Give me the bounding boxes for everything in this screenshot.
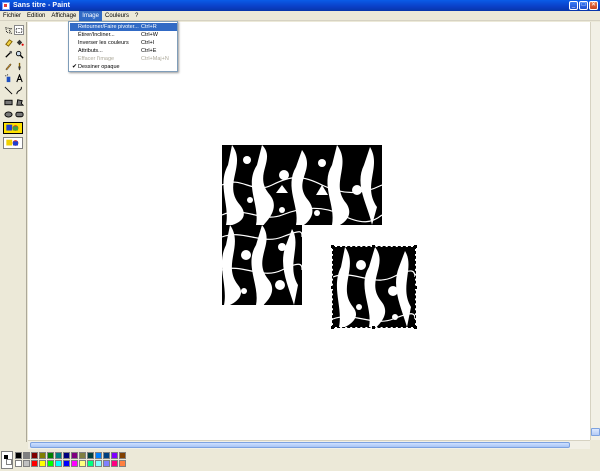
horizontal-scroll-thumb[interactable]: [30, 442, 570, 448]
menu-item-attributes[interactable]: Attributs... Ctrl+E: [70, 47, 177, 55]
color-swatch[interactable]: [23, 460, 30, 467]
menu-item-stretch[interactable]: Étirer/Incliner... Ctrl+W: [70, 31, 177, 39]
menu-bar: Fichier Edition Affichage Image Couleurs…: [0, 10, 600, 21]
window-controls: _ □ ✕: [569, 1, 598, 10]
color-swatch[interactable]: [103, 460, 110, 467]
color-swatch[interactable]: [39, 452, 46, 459]
vertical-scrollbar[interactable]: [590, 22, 600, 440]
resize-handle[interactable]: [372, 245, 375, 248]
paint-app-icon: [2, 1, 10, 10]
color-palette: [0, 450, 600, 471]
ellipse-icon[interactable]: [3, 109, 13, 119]
airbrush-icon[interactable]: [3, 73, 13, 83]
eraser-icon[interactable]: [3, 37, 13, 47]
rectangle-icon[interactable]: [3, 97, 13, 107]
resize-handle[interactable]: [331, 326, 334, 329]
color-swatch[interactable]: [31, 460, 38, 467]
color-swatch[interactable]: [55, 460, 62, 467]
menu-couleurs[interactable]: Couleurs: [102, 11, 132, 21]
pasted-image-left: [222, 225, 302, 305]
color-swatch[interactable]: [15, 452, 22, 459]
color-swatch[interactable]: [63, 460, 70, 467]
color-swatch[interactable]: [39, 460, 46, 467]
color-swatch[interactable]: [95, 460, 102, 467]
resize-handle[interactable]: [331, 245, 334, 248]
fill-icon[interactable]: [14, 37, 24, 47]
maximize-button[interactable]: □: [579, 1, 588, 10]
image-menu-dropdown: Retourner/Faire pivoter... Ctrl+R Étirer/…: [68, 21, 178, 72]
picker-icon[interactable]: [3, 49, 13, 59]
close-button[interactable]: ✕: [589, 1, 598, 10]
color-swatch[interactable]: [95, 452, 102, 459]
color-swatch[interactable]: [87, 460, 94, 467]
menu-edition[interactable]: Edition: [24, 11, 48, 21]
color-swatch[interactable]: [79, 460, 86, 467]
color-swatch[interactable]: [55, 452, 62, 459]
color-swatch[interactable]: [31, 452, 38, 459]
color-swatch[interactable]: [15, 460, 22, 467]
menu-fichier[interactable]: Fichier: [0, 11, 24, 21]
color-swatch[interactable]: [47, 460, 54, 467]
resize-handle[interactable]: [414, 326, 417, 329]
scroll-down-button[interactable]: [591, 428, 600, 436]
title-bar: Sans titre - Paint _ □ ✕: [0, 0, 600, 11]
transparent-option-clear-icon[interactable]: [3, 137, 23, 149]
color-swatch[interactable]: [71, 452, 78, 459]
rounded-rect-icon[interactable]: [14, 109, 24, 119]
color-swatch[interactable]: [103, 452, 110, 459]
transparent-option-opaque-icon[interactable]: [3, 122, 23, 134]
drawing-canvas[interactable]: [28, 22, 590, 440]
color-swatch[interactable]: [23, 452, 30, 459]
color-swatch[interactable]: [79, 452, 86, 459]
color-swatch[interactable]: [47, 452, 54, 459]
color-swatch[interactable]: [63, 452, 70, 459]
pencil-icon[interactable]: [3, 61, 13, 71]
color-swatch[interactable]: [111, 452, 118, 459]
window-title: Sans titre - Paint: [13, 2, 71, 9]
color-swatch[interactable]: [119, 452, 126, 459]
curve-icon[interactable]: [14, 85, 24, 95]
menu-affichage[interactable]: Affichage: [48, 11, 79, 21]
toolbox: [0, 22, 27, 442]
current-colors[interactable]: [1, 451, 13, 469]
color-swatch[interactable]: [87, 452, 94, 459]
menu-item-clear-image: Effacer l'image Ctrl+Maj+N: [78, 56, 169, 62]
horizontal-scrollbar[interactable]: [28, 440, 590, 449]
pasted-image-top: [222, 145, 382, 225]
background-color: [6, 459, 12, 465]
menu-item-rotate[interactable]: Retourner/Faire pivoter... Ctrl+R: [70, 23, 177, 31]
resize-handle[interactable]: [414, 245, 417, 248]
minimize-button[interactable]: _: [569, 1, 578, 10]
polygon-icon[interactable]: [14, 97, 24, 107]
free-select-icon[interactable]: [3, 25, 13, 35]
color-swatch[interactable]: [111, 460, 118, 467]
menu-image[interactable]: Image: [79, 10, 102, 21]
resize-handle[interactable]: [331, 286, 334, 289]
line-icon[interactable]: [3, 85, 13, 95]
resize-handle[interactable]: [414, 286, 417, 289]
menu-item-invert-colors[interactable]: Inverser les couleurs Ctrl+I: [70, 39, 177, 47]
text-icon[interactable]: [14, 73, 24, 83]
resize-handle[interactable]: [372, 326, 375, 329]
color-swatch[interactable]: [71, 460, 78, 467]
rect-select-icon[interactable]: [14, 25, 24, 35]
brush-icon[interactable]: [14, 61, 24, 71]
menu-item-draw-opaque[interactable]: ✔ Dessiner opaque: [70, 63, 177, 71]
magnifier-icon[interactable]: [14, 49, 24, 59]
color-swatch[interactable]: [119, 460, 126, 467]
menu-help[interactable]: ?: [132, 11, 141, 21]
selection-marquee[interactable]: [332, 246, 416, 328]
checkmark-icon: ✔: [72, 64, 78, 70]
